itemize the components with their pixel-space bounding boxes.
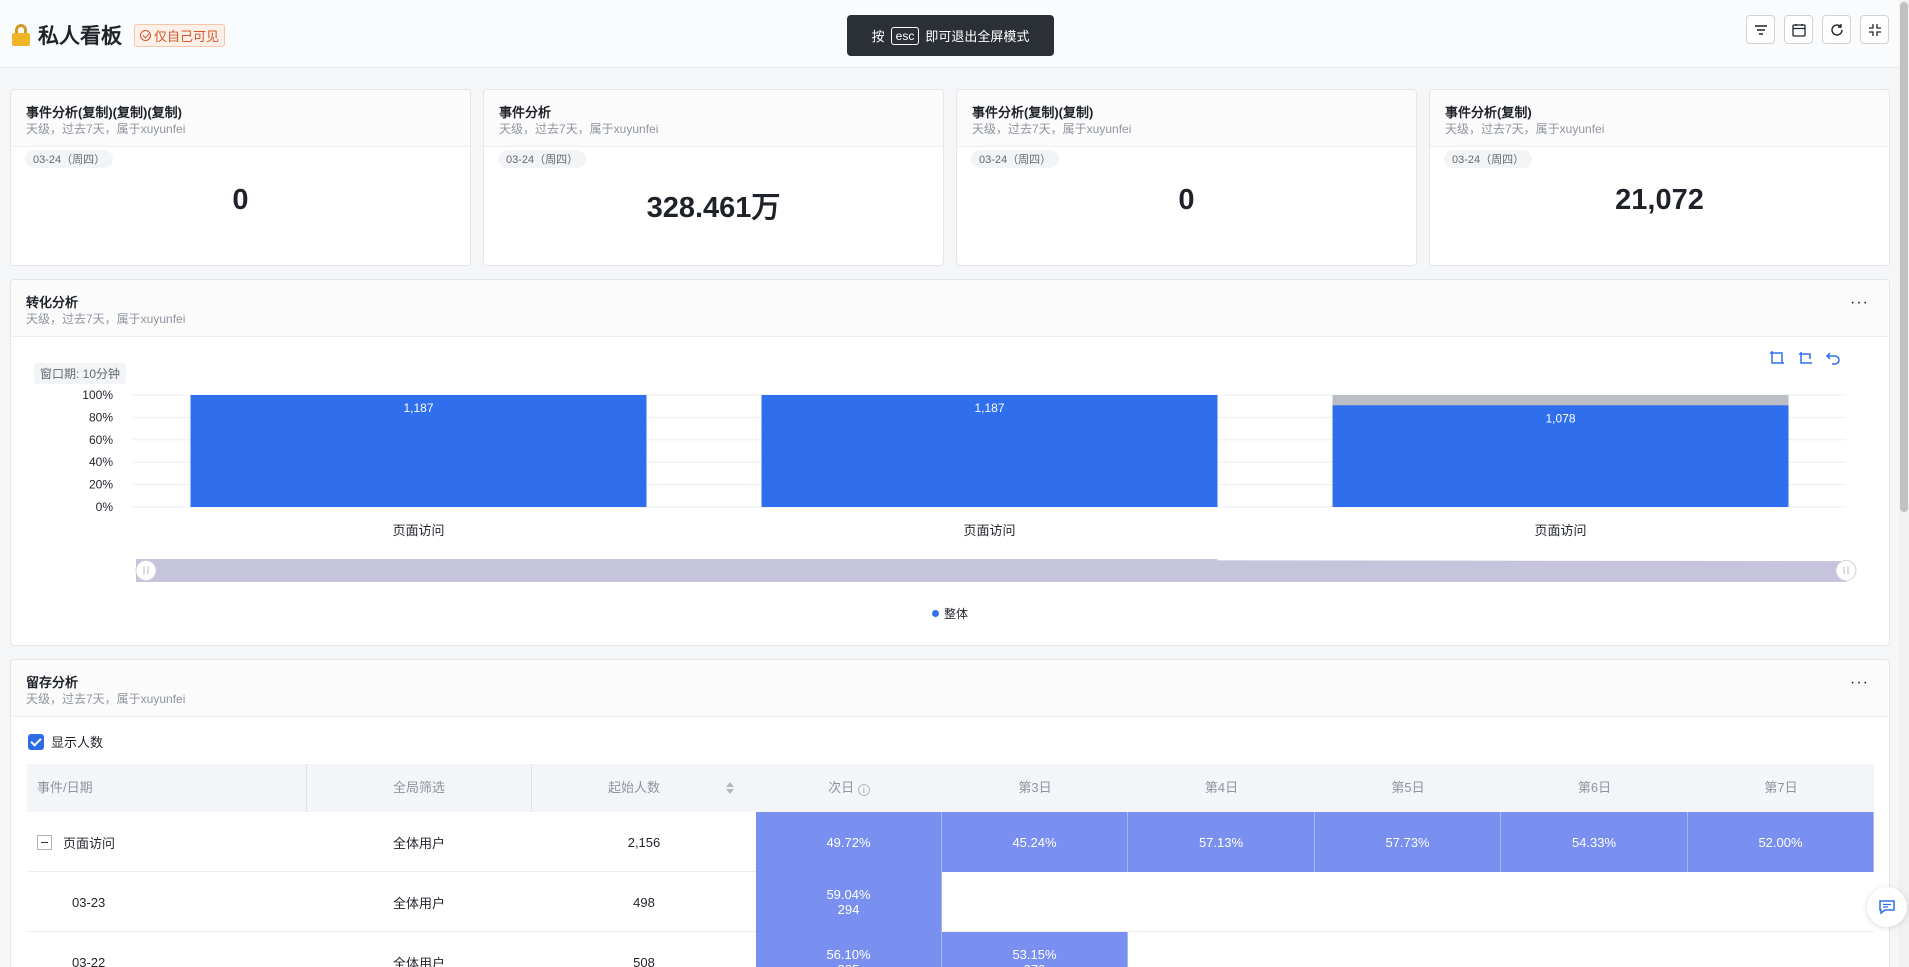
bar-data-label: 1,187 (403, 401, 433, 415)
retention-cell[interactable]: 57.73% (1315, 812, 1501, 872)
calendar-button[interactable] (1784, 15, 1813, 44)
refresh-button[interactable] (1822, 15, 1851, 44)
row-filter: 全体用户 (392, 835, 445, 851)
row-start: 2,156 (627, 834, 661, 850)
row-start: 498 (633, 894, 655, 910)
chart-legend[interactable]: 整体 (11, 605, 1889, 622)
card-title: 事件分析 (499, 105, 552, 120)
kpi-card[interactable]: 事件分析(复制)(复制) 天级，过去7天，属于xuyunfei 03-24（周四… (956, 89, 1417, 266)
collapse-icon[interactable] (37, 834, 52, 850)
bar-data-label: 1,078 (1545, 411, 1575, 425)
legend-dot (931, 610, 939, 617)
calendar-icon (1791, 23, 1806, 37)
y-tick-label: 60% (89, 433, 113, 447)
filter-button[interactable] (1746, 15, 1775, 44)
exit-fullscreen-icon (1868, 23, 1881, 36)
card-title: 事件分析(复制)(复制) (972, 105, 1094, 120)
fullscreen-toast: 按 esc 即可退出全屏模式 (847, 15, 1054, 56)
table-row: 03-23 全体用户 498 59.04% 294 (27, 872, 1874, 932)
retention-cell[interactable]: 52.00% (1688, 812, 1874, 872)
retention-cell[interactable]: 57.13% (1128, 812, 1315, 872)
retention-cell[interactable]: 53.15%270 (942, 932, 1128, 967)
chat-button[interactable] (1867, 887, 1907, 927)
y-tick-label: 80% (89, 410, 113, 424)
col-day-3: 第3日 (1018, 780, 1052, 795)
row-label: 03-22 (72, 954, 106, 967)
col-day-6: 第6日 (1577, 780, 1612, 795)
esc-key: esc (890, 26, 920, 45)
table-header: 事件/日期 全局筛选 起始人数 次日 i 第3日 第4日 第5日 第6日 第7日 (27, 764, 1874, 812)
info-icon[interactable]: i (857, 784, 870, 796)
kpi-value: 0 (232, 184, 249, 216)
refresh-icon (1830, 23, 1843, 36)
y-tick-label: 20% (89, 478, 113, 492)
funnel-card: 转化分析 天级，过去7天，属于xuyunfei ··· 窗口期: 10分钟 0%… (10, 279, 1890, 646)
col-day-7: 第7日 (1764, 780, 1798, 795)
col-day-4: 第4日 (1204, 780, 1239, 795)
card-subtitle: 天级，过去7天，属于xuyunfei (26, 692, 186, 706)
kpi-card[interactable]: 事件分析(复制) 天级，过去7天，属于xuyunfei 03-24（周四） 21… (1429, 89, 1890, 266)
col-event-date: 事件/日期 (37, 780, 93, 795)
dashboard-header: 私人看板 仅自己可见 按 esc 即可退出全屏模式 (0, 0, 1909, 68)
card-subtitle: 天级，过去7天，属于xuyunfei (499, 122, 659, 136)
row-start: 508 (633, 954, 655, 967)
row-filter: 全体用户 (392, 955, 445, 967)
row-label: 03-23 (72, 894, 106, 910)
check-circle-icon (140, 29, 151, 41)
bar-data-label: 1,187 (974, 401, 1004, 415)
card-subtitle: 天级，过去7天，属于xuyunfei (972, 122, 1132, 136)
kpi-card[interactable]: 事件分析 天级，过去7天，属于xuyunfei 03-24（周四） 328.46… (483, 89, 944, 266)
exit-fullscreen-button[interactable] (1860, 15, 1889, 44)
y-tick-label: 100% (82, 388, 113, 402)
retention-card: 留存分析 天级，过去7天，属于xuyunfei ··· 显示人数 事件/日期 全… (10, 659, 1890, 967)
card-title: 留存分析 (26, 675, 79, 690)
y-tick-label: 40% (89, 455, 113, 469)
card-subtitle: 天级，过去7天，属于xuyunfei (26, 122, 186, 136)
x-tick-label: 页面访问 (392, 523, 444, 538)
conversion-flow-band (136, 559, 1218, 582)
x-tick-label: 页面访问 (963, 523, 1015, 538)
retention-cell[interactable]: 56.10%285 (756, 932, 942, 967)
chat-icon (1879, 900, 1895, 915)
col-global-filter: 全局筛选 (392, 780, 445, 795)
retention-cell[interactable]: 45.24% (942, 812, 1128, 872)
y-tick-label: 0% (96, 500, 114, 514)
date-chip: 03-24（周四） (971, 150, 1060, 168)
page-title: 私人看板 (38, 25, 122, 48)
col-start-count[interactable]: 起始人数 (532, 764, 756, 812)
kpi-card[interactable]: 事件分析(复制)(复制)(复制) 天级，过去7天，属于xuyunfei 03-2… (10, 89, 471, 266)
date-chip: 03-24（周四） (1444, 150, 1533, 168)
retention-cell[interactable]: 59.04% 294 (756, 872, 942, 932)
card-title: 事件分析(复制)(复制)(复制) (26, 105, 182, 120)
date-chip: 03-24（周四） (25, 150, 114, 168)
filter-icon (1754, 24, 1767, 35)
visibility-badge: 仅自己可见 (134, 23, 226, 47)
title-area: 私人看板 仅自己可见 (12, 20, 226, 50)
kpi-value: 21,072 (1615, 184, 1704, 216)
card-subtitle: 天级，过去7天，属于xuyunfei (1445, 122, 1605, 136)
range-handle (135, 560, 157, 581)
retention-cell[interactable]: 54.33% (1501, 812, 1688, 872)
col-day-2: 次日 i (756, 764, 942, 812)
lock-icon (12, 24, 30, 46)
retention-cell[interactable]: 49.72% (756, 812, 942, 872)
table-row: 03-22 全体用户 508 56.10%285 53.15%270 (27, 932, 1874, 967)
scrollbar-thumb[interactable] (1900, 2, 1908, 512)
show-people-checkbox[interactable]: 显示人数 (28, 732, 103, 751)
funnel-chart: 0% 20% 40% 60% 80% 100% 1,187 页面访问 1,187 页面访问 1,07… (82, 388, 1857, 582)
checkbox-checked-icon (28, 733, 44, 750)
row-filter: 全体用户 (392, 895, 445, 911)
sort-icon[interactable] (725, 781, 735, 795)
card-title: 事件分析(复制) (1445, 105, 1532, 120)
page-scrollbar[interactable] (1899, 0, 1909, 967)
kpi-value: 0 (1178, 184, 1195, 216)
col-day-5: 第5日 (1391, 780, 1425, 795)
kpi-value: 328.461万 (646, 192, 781, 224)
table-row: 页面访问 全体用户 2,156 49.72% 45.24% 57.13% 57.… (27, 812, 1874, 872)
row-label: 页面访问 (63, 835, 116, 851)
x-tick-label: 页面访问 (1534, 523, 1586, 538)
range-handle (1835, 560, 1857, 581)
more-icon[interactable]: ··· (1850, 674, 1869, 692)
date-chip: 03-24（周四） (498, 150, 587, 168)
